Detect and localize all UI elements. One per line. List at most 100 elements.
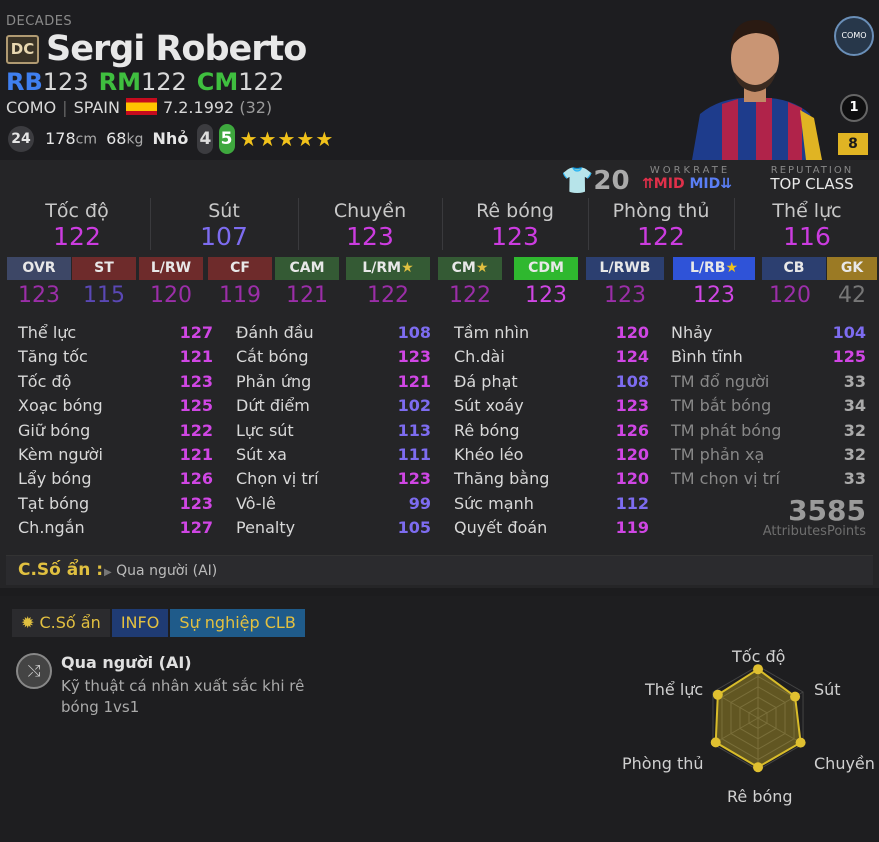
attribute-name: Ch.ngắn [18, 518, 85, 538]
pos-tag-lrb[interactable]: L/RB★ [673, 257, 755, 280]
attribute-value: 123 [179, 493, 213, 513]
physical-info: 24 178cm 68kg Nhỏ 4 5 ★★★★★ [8, 124, 335, 154]
attribute-row: Bình tĩnh 125 [671, 345, 866, 369]
pos-tag-lrwb[interactable]: L/RWB [586, 257, 664, 280]
attribute-name: TM phát bóng [671, 420, 782, 440]
attribute-name: Tầm nhìn [454, 323, 530, 342]
tab-hidden-stats[interactable]: ✹ C.Số ẩn [12, 609, 110, 637]
player-info: COMO | SPAIN 7.2.1992 (32) [6, 98, 273, 117]
pos-tag-cm[interactable]: CM★ [438, 257, 502, 280]
skill-moves-badge: 5 [218, 124, 235, 154]
pos-tag-lrm[interactable]: L/RM★ [346, 257, 430, 280]
attribute-value: 127 [179, 323, 213, 342]
enhance-level-badge: 8 [838, 133, 868, 155]
star-icon: ★ [475, 260, 489, 276]
star-rating: ★★★★★ [239, 127, 335, 151]
attribute-value: 120 [615, 469, 649, 489]
radar-point [753, 762, 763, 773]
position-ovr: 122 [140, 68, 187, 96]
attribute-row: Phản ứng 121 [236, 370, 431, 394]
pos-tag-gk[interactable]: GK [827, 257, 877, 280]
star-icon: ★ [401, 260, 414, 276]
attribute-name: Dứt điểm [236, 396, 310, 416]
attribute-value: 120 [615, 323, 649, 342]
attribute-name: Giữ bóng [18, 420, 91, 440]
spain-flag-icon [125, 98, 157, 115]
hidden-stats-value: ▶ Qua người (AI) [104, 563, 218, 579]
nation-name: SPAIN [73, 98, 120, 117]
skill-description: Kỹ thuật cá nhân xuất sắc khi rê bóng 1v… [61, 677, 305, 716]
attribute-row: Sức mạnh 112 [454, 492, 649, 516]
attribute-name: Sức mạnh [454, 493, 534, 513]
player-name: Sergi Roberto [46, 29, 307, 69]
pos-value: 120 [769, 283, 811, 308]
attribute-value: 32 [843, 445, 866, 464]
attribute-name: Bình tĩnh [671, 347, 743, 367]
pos-value: 123 [604, 283, 646, 308]
pos-tag-ovr[interactable]: OVR [7, 257, 71, 280]
attribute-row: Kèm người 121 [18, 443, 213, 467]
attribute-row: TM chọn vị trí 33 [671, 467, 866, 491]
pos-tag-cf[interactable]: CF [208, 257, 272, 280]
radar-label: Sút [814, 680, 841, 699]
attribute-row: TM đổ người 33 [671, 370, 866, 394]
attribute-row: Sút xa 111 [236, 443, 431, 467]
position-label: CM [196, 68, 239, 96]
attribute-row: Khéo léo 120 [454, 443, 649, 467]
summary-physical: Thể lực 116 [736, 198, 878, 250]
pos-tag-lrw[interactable]: L/RW [139, 257, 203, 280]
attribute-name: Quyết đoán [454, 518, 548, 538]
gear-icon: ✹ [21, 613, 35, 632]
height-unit: cm [75, 131, 97, 148]
attribute-row: Tầm nhìn 120 [454, 321, 649, 345]
summary-value: 123 [346, 222, 394, 251]
radar-point [712, 689, 723, 700]
attribute-row: Cắt bóng 123 [236, 345, 431, 369]
attribute-row: Chọn vị trí 123 [236, 467, 431, 491]
attribute-value: 124 [615, 347, 649, 367]
season-badge: DC [6, 35, 39, 64]
attribute-value: 123 [615, 396, 649, 416]
attribute-value: 121 [397, 371, 431, 391]
pos-tag-cb[interactable]: CB [762, 257, 826, 280]
attribute-name: Tốc độ [18, 371, 72, 391]
attribute-row: Lực sút 113 [236, 419, 431, 443]
radar-label: Thể lực [645, 680, 704, 699]
attribute-name: Chọn vị trí [236, 469, 319, 489]
attribute-value: 104 [832, 323, 866, 342]
pos-value: 42 [838, 283, 866, 308]
attribute-name: Đánh đầu [236, 323, 314, 342]
attribute-points: 3585 [788, 494, 866, 527]
attribute-name: TM bắt bóng [671, 396, 772, 416]
weight-unit: kg [126, 131, 144, 148]
attribute-value: 122 [179, 420, 213, 440]
attribute-value: 119 [615, 518, 649, 538]
pos-value: 120 [150, 283, 192, 308]
reputation-value: TOP CLASS [770, 175, 854, 193]
workrate-value: ⇈MID MID⇊ [637, 175, 737, 193]
attribute-value: 32 [843, 420, 866, 440]
summary-label: Chuyền [333, 200, 407, 222]
attribute-name: TM đổ người [671, 371, 770, 391]
attribute-name: Đá phạt [454, 371, 518, 391]
summary-defending: Phòng thủ 122 [590, 198, 732, 250]
summary-value: 107 [200, 222, 248, 251]
tab-info[interactable]: INFO [111, 609, 169, 637]
attribute-row: Thăng bằng 120 [454, 467, 649, 491]
attribute-row: Xoạc bóng 125 [18, 394, 213, 418]
position-label: RM [98, 68, 141, 96]
attribute-name: Xoạc bóng [18, 396, 103, 416]
position-ovr: 122 [238, 68, 285, 96]
attribute-value: 113 [397, 420, 431, 440]
pos-tag-cdm[interactable]: CDM [514, 257, 578, 280]
summary-value: 123 [491, 222, 539, 251]
attribute-value: 126 [179, 469, 213, 489]
pos-tag-cam[interactable]: CAM [275, 257, 339, 280]
attribute-name: Lẩy bóng [18, 469, 92, 489]
pos-tag-st[interactable]: ST [72, 257, 136, 280]
attribute-row: TM phát bóng 32 [671, 419, 866, 443]
summary-passing: Chuyền 123 [300, 198, 440, 250]
tab-club-career[interactable]: Sự nghiệp CLB [170, 609, 305, 637]
summary-dribbling: Rê bóng 123 [444, 198, 586, 250]
workrate-att: MID [653, 176, 685, 192]
